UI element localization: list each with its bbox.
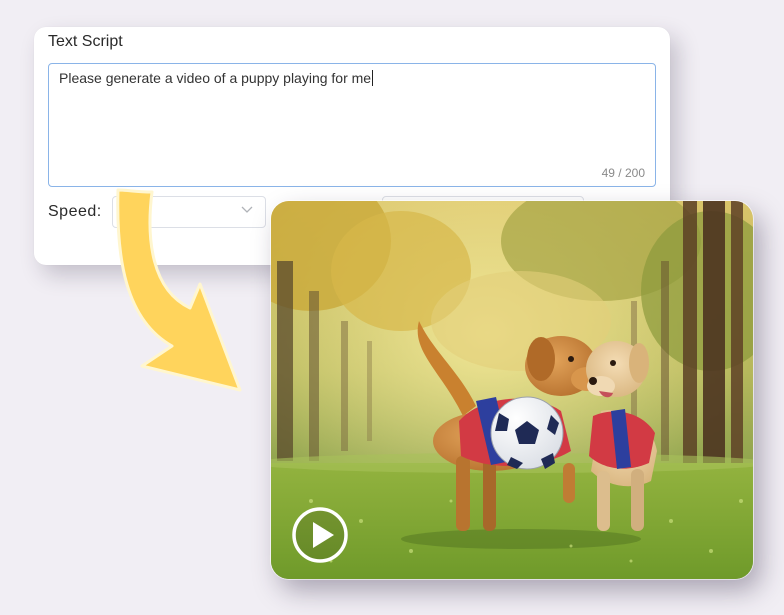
play-icon bbox=[292, 507, 348, 563]
prompt-textarea[interactable]: Please generate a video of a puppy playi… bbox=[48, 63, 656, 187]
generated-video-card[interactable] bbox=[271, 201, 753, 579]
char-counter: 49 / 200 bbox=[601, 166, 645, 180]
prompt-text-wrapper: Please generate a video of a puppy playi… bbox=[59, 70, 374, 86]
text-script-title: Text Script bbox=[48, 33, 123, 50]
soccer-ball bbox=[490, 396, 564, 470]
curved-arrow-icon bbox=[116, 188, 242, 392]
prompt-text: Please generate a video of a puppy playi… bbox=[59, 70, 372, 86]
text-caret bbox=[372, 70, 374, 86]
speed-label: Speed: bbox=[48, 203, 102, 220]
play-button[interactable] bbox=[291, 506, 349, 564]
